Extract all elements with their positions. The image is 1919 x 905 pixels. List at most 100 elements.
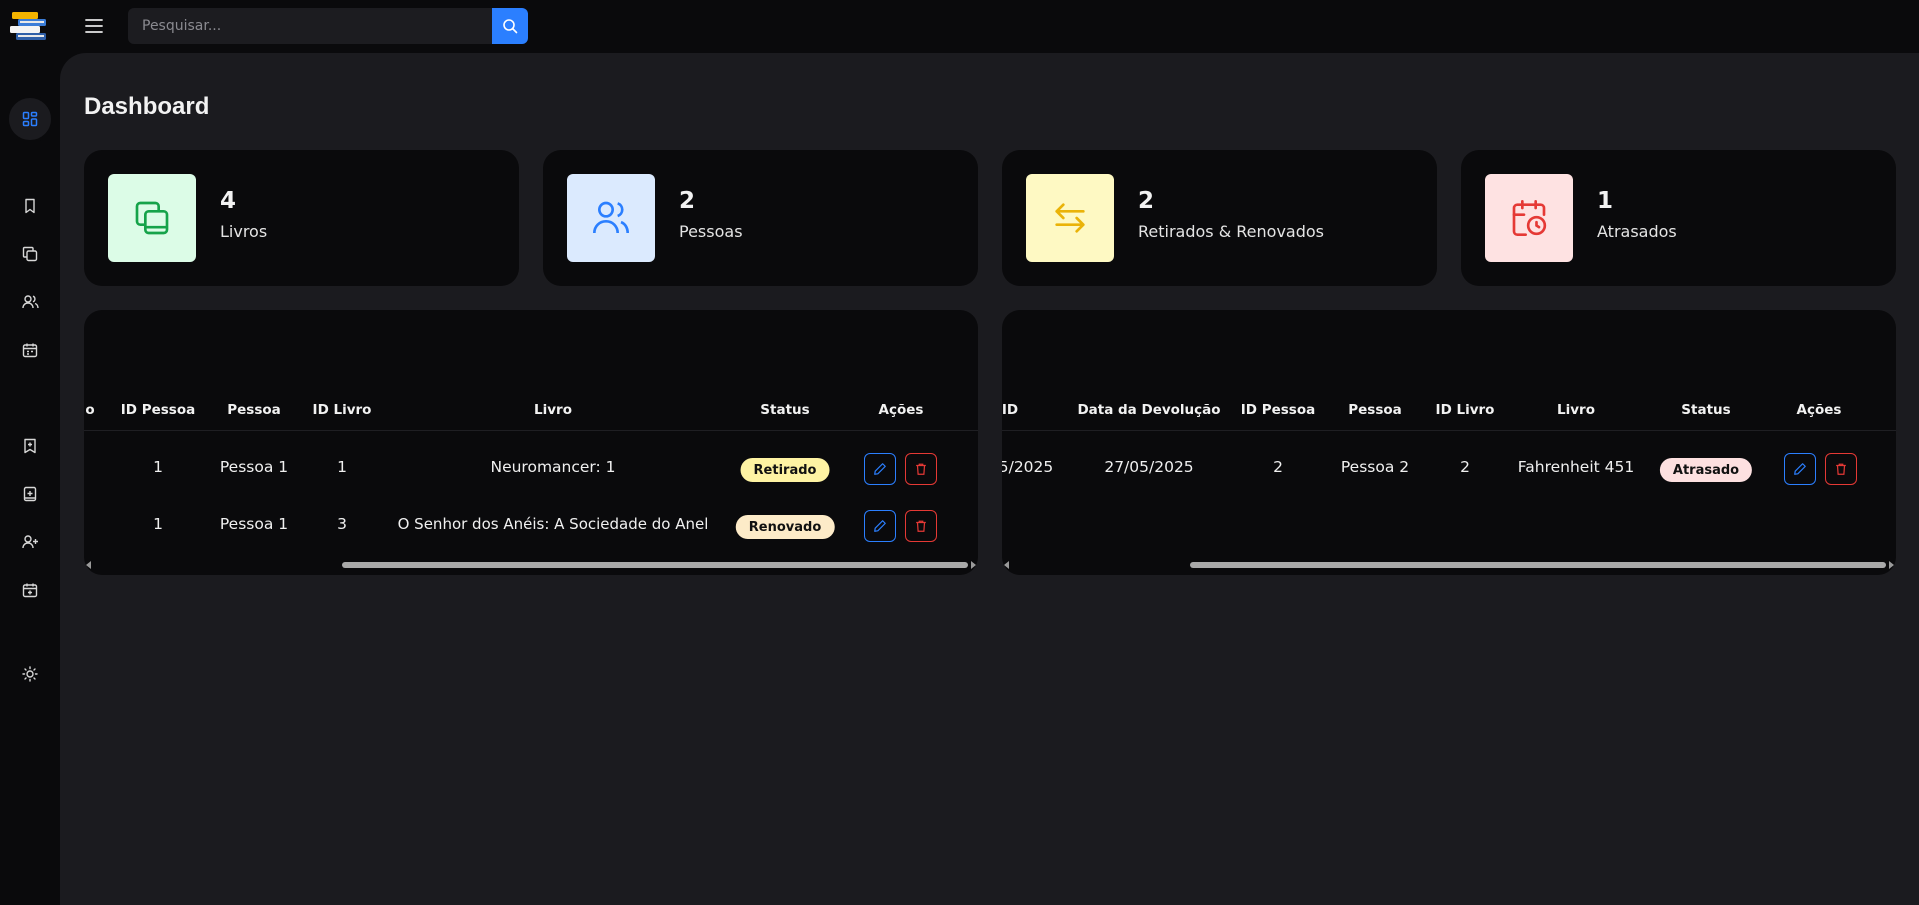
horizontal-scrollbar[interactable] xyxy=(1002,561,1896,571)
main-content: Dashboard 4 Livros 2 Pessoas 2 Retirados… xyxy=(60,53,1919,905)
trash-icon xyxy=(1836,463,1846,475)
scroll-left-arrow[interactable] xyxy=(86,561,91,569)
cell-livro: O Senhor dos Anéis: A Sociedade do Anel xyxy=(397,515,709,533)
cell-id-livro: 2 xyxy=(1460,458,1470,476)
column-header[interactable]: Data da Devolução xyxy=(1077,402,1220,418)
loans-table[interactable]: o ID Pessoa Pessoa ID Livro Livro Status… xyxy=(84,310,978,575)
column-header[interactable]: Status xyxy=(760,402,809,418)
stat-card-people: 2 Pessoas xyxy=(543,150,978,286)
stat-label: Livros xyxy=(220,222,268,241)
column-header[interactable]: o xyxy=(85,402,94,418)
sidebar-item-loans[interactable] xyxy=(15,335,45,365)
status-badge: Atrasado xyxy=(1659,458,1753,482)
hamburger-menu-icon[interactable] xyxy=(82,14,106,38)
search-icon xyxy=(503,19,518,34)
column-header[interactable]: Pessoa xyxy=(1348,402,1402,418)
column-header[interactable]: Livro xyxy=(534,402,572,418)
table-header: o ID Pessoa Pessoa ID Livro Livro Status… xyxy=(84,391,978,431)
column-header[interactable]: Pessoa xyxy=(227,402,281,418)
cell-livro: Fahrenheit 451 xyxy=(1517,458,1635,476)
trash-icon xyxy=(916,463,926,475)
cell-id-pessoa: 2 xyxy=(1273,458,1283,476)
sidebar-item-people[interactable] xyxy=(15,287,45,317)
table-header: ID Data da Devolução ID Pessoa Pessoa ID… xyxy=(1002,391,1896,431)
cell-data-devolucao: 27/05/2025 xyxy=(1104,458,1194,476)
users-icon xyxy=(567,174,655,262)
overdue-table[interactable]: ID Data da Devolução ID Pessoa Pessoa ID… xyxy=(1002,310,1896,575)
app-logo[interactable] xyxy=(8,8,50,44)
calendar-plus-icon xyxy=(22,583,38,598)
sidebar-item-add-book[interactable] xyxy=(15,479,45,509)
horizontal-scrollbar[interactable] xyxy=(84,561,978,571)
sidebar-item-add-person[interactable] xyxy=(15,527,45,557)
users-icon xyxy=(21,295,39,309)
stat-value: 2 xyxy=(1138,188,1155,214)
status-badge: Renovado xyxy=(735,515,835,539)
copy-icon xyxy=(22,246,38,262)
delete-button[interactable] xyxy=(905,453,937,485)
sidebar-item-books[interactable] xyxy=(15,239,45,269)
user-plus-icon xyxy=(21,535,38,549)
status-badge: Retirado xyxy=(740,458,830,482)
column-header[interactable]: Livro xyxy=(1557,402,1595,418)
scrollbar-thumb[interactable] xyxy=(1190,562,1886,568)
edit-button[interactable] xyxy=(864,453,896,485)
stat-card-overdue: 1 Atrasados xyxy=(1461,150,1896,286)
sidebar xyxy=(0,53,60,905)
edit-button[interactable] xyxy=(864,510,896,542)
column-header[interactable]: ID Livro xyxy=(313,402,372,418)
column-header[interactable]: Status xyxy=(1681,402,1730,418)
cell-pessoa: Pessoa 1 xyxy=(219,515,289,533)
scroll-right-arrow[interactable] xyxy=(1889,561,1894,569)
pencil-icon xyxy=(874,463,886,475)
cell-pessoa: Pessoa 2 xyxy=(1340,458,1410,476)
sidebar-item-dashboard[interactable] xyxy=(6,95,54,143)
edit-button[interactable] xyxy=(1784,453,1816,485)
cell-id-livro: 1 xyxy=(337,458,347,476)
theme-toggle[interactable] xyxy=(15,659,45,689)
stat-label: Pessoas xyxy=(679,222,743,241)
stat-label: Retirados & Renovados xyxy=(1138,222,1324,241)
sidebar-item-add-loan[interactable] xyxy=(15,575,45,605)
stat-card-loans: 2 Retirados & Renovados xyxy=(1002,150,1437,286)
scroll-right-arrow[interactable] xyxy=(971,561,976,569)
column-header[interactable]: ID Livro xyxy=(1436,402,1495,418)
scrollbar-thumb[interactable] xyxy=(342,562,968,568)
dashboard-icon xyxy=(22,111,38,127)
delete-button[interactable] xyxy=(905,510,937,542)
cell-date-partial: 5/2025 xyxy=(1002,458,1054,476)
column-header: Ações xyxy=(878,402,924,418)
pencil-icon xyxy=(1794,463,1806,475)
stat-value: 4 xyxy=(220,188,237,214)
pencil-icon xyxy=(874,520,886,532)
page-title: Dashboard xyxy=(84,93,210,120)
bookmark-plus-icon xyxy=(24,438,36,454)
sun-icon xyxy=(22,666,38,682)
column-header: Ações xyxy=(1796,402,1842,418)
search-input[interactable] xyxy=(128,8,492,44)
top-bar xyxy=(0,0,1919,53)
trash-icon xyxy=(916,520,926,532)
delete-button[interactable] xyxy=(1825,453,1857,485)
sidebar-item-bookmarks[interactable] xyxy=(15,191,45,221)
column-header[interactable]: ID Pessoa xyxy=(121,402,195,418)
scroll-left-arrow[interactable] xyxy=(1004,561,1009,569)
calendar-icon xyxy=(22,343,38,358)
arrows-exchange-icon xyxy=(1026,174,1114,262)
stat-card-books: 4 Livros xyxy=(84,150,519,286)
stat-label: Atrasados xyxy=(1597,222,1677,241)
cell-id-livro: 3 xyxy=(337,515,347,533)
search-button[interactable] xyxy=(492,8,528,44)
book-plus-icon xyxy=(23,486,37,502)
column-header[interactable]: ID Pessoa xyxy=(1241,402,1315,418)
column-header[interactable]: ID xyxy=(1002,402,1018,418)
search-bar xyxy=(128,8,528,44)
bookmark-icon xyxy=(25,198,35,214)
sidebar-item-add-bookmark[interactable] xyxy=(15,431,45,461)
calendar-clock-icon xyxy=(1485,174,1573,262)
cell-pessoa: Pessoa 1 xyxy=(219,458,289,476)
cell-id-pessoa: 1 xyxy=(153,515,163,533)
stat-value: 2 xyxy=(679,188,696,214)
cell-id-pessoa: 1 xyxy=(153,458,163,476)
cell-livro: Neuromancer: 1 xyxy=(490,458,616,476)
